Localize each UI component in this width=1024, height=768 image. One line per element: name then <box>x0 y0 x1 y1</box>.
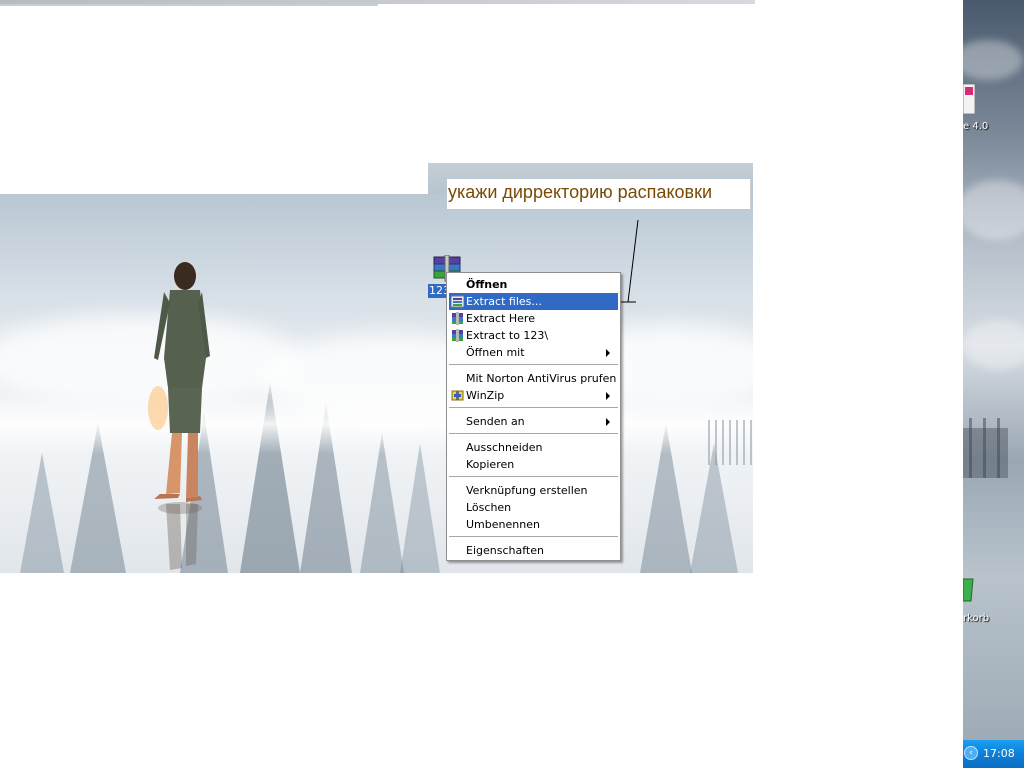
menu-item-norton-scan[interactable]: Mit Norton AntiVirus prufen <box>449 370 618 387</box>
menu-separator <box>449 536 618 537</box>
winrar-extract-icon <box>451 295 464 308</box>
menu-item-winzip[interactable]: WinZip <box>449 387 618 404</box>
menu-item-properties[interactable]: Eigenschaften <box>449 542 618 559</box>
sky-cloud <box>963 320 1024 370</box>
taskbar-clock[interactable]: 17:08 <box>983 747 1015 760</box>
menu-item-rename[interactable]: Umbenennen <box>449 516 618 533</box>
menu-item-extract-files[interactable]: Extract files... <box>449 293 618 310</box>
menu-item-label: Extract Here <box>466 312 535 325</box>
sky-cloud <box>963 40 1023 80</box>
winrar-icon <box>452 312 463 325</box>
winrar-icon <box>452 329 463 342</box>
wallpaper-tree <box>360 433 404 573</box>
chevron-left-icon[interactable]: ‹ <box>964 746 978 760</box>
menu-separator <box>449 364 618 365</box>
winzip-icon <box>451 390 464 401</box>
menu-item-extract-to-folder[interactable]: Extract to 123\ <box>449 327 618 344</box>
menu-item-label: Öffnen <box>466 278 508 291</box>
sky-cloud <box>963 180 1024 240</box>
submenu-arrow-icon <box>606 392 610 400</box>
menu-item-extract-here[interactable]: Extract Here <box>449 310 618 327</box>
wallpaper-pier <box>963 418 1008 478</box>
menu-item-send-to[interactable]: Senden an <box>449 413 618 430</box>
taskbar-tray: ‹ 17:08 <box>963 740 1024 768</box>
wallpaper-figure <box>148 262 210 570</box>
submenu-arrow-icon <box>606 418 610 426</box>
menu-separator <box>449 407 618 408</box>
menu-item-label: Umbenennen <box>466 518 540 531</box>
menu-item-open[interactable]: Öffnen <box>449 276 618 293</box>
menu-separator <box>449 476 618 477</box>
annotation-callout-text: укажи дирректорию распаковки <box>448 182 713 202</box>
menu-item-cut[interactable]: Ausschneiden <box>449 439 618 456</box>
menu-item-label: Verknüpfung erstellen <box>466 484 588 497</box>
menu-item-label: Senden an <box>466 415 525 428</box>
desktop-right-strip: e 4.0 rkorb ‹ 17:08 <box>963 0 1024 768</box>
menu-item-label: Kopieren <box>466 458 515 471</box>
menu-item-copy[interactable]: Kopieren <box>449 456 618 473</box>
context-menu: Öffnen Extract files... Extract Here Ext… <box>446 272 621 561</box>
menu-item-delete[interactable]: Löschen <box>449 499 618 516</box>
menu-item-label: Extract to 123\ <box>466 329 549 342</box>
wallpaper-tree <box>20 453 64 573</box>
menu-item-label: WinZip <box>466 389 505 402</box>
menu-item-label: Ausschneiden <box>466 441 543 454</box>
desktop-wallpaper <box>0 194 753 573</box>
lake-reflection <box>0 394 753 454</box>
menu-item-label: Eigenschaften <box>466 544 544 557</box>
menu-item-label: Löschen <box>466 501 512 514</box>
menu-item-label: Mit Norton AntiVirus prufen <box>466 372 617 385</box>
menu-separator <box>449 433 618 434</box>
wallpaper-pier <box>708 420 753 465</box>
shortcut-icon[interactable] <box>963 84 975 114</box>
recycle-bin-label[interactable]: rkorb <box>963 613 1024 624</box>
submenu-arrow-icon <box>606 349 610 357</box>
top-edge-strip <box>0 0 755 4</box>
wallpaper-tree <box>400 443 440 573</box>
menu-item-label: Öffnen mit <box>466 346 525 359</box>
menu-item-create-shortcut[interactable]: Verknüpfung erstellen <box>449 482 618 499</box>
menu-item-open-with[interactable]: Öffnen mit <box>449 344 618 361</box>
menu-item-label: Extract files... <box>466 295 542 308</box>
recycle-bin-icon[interactable] <box>963 577 975 603</box>
shortcut-icon-label[interactable]: e 4.0 <box>963 121 1024 132</box>
